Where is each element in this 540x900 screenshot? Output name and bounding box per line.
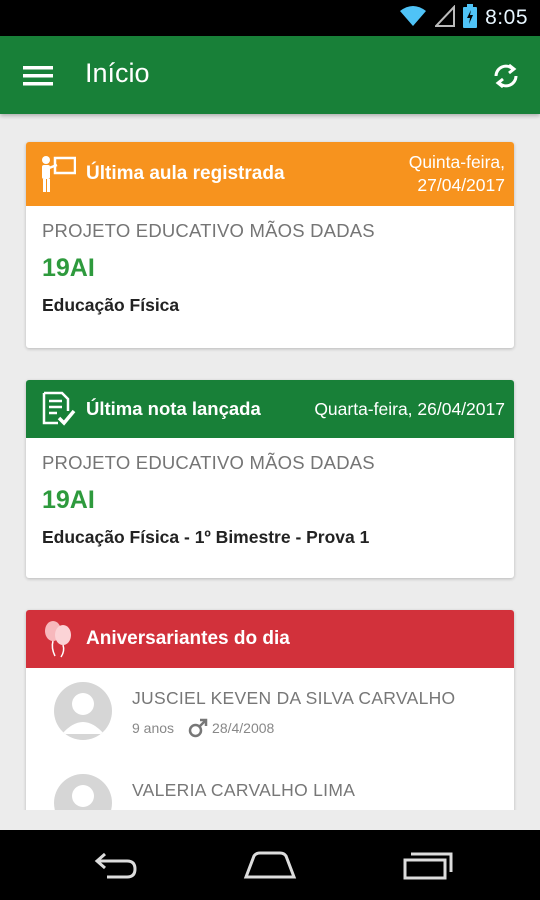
navigation-bar [0, 830, 540, 900]
status-bar: 8:05 [0, 0, 540, 36]
person-age: 9 anos [132, 720, 175, 736]
avatar [54, 774, 112, 810]
class-code: 19AI [42, 486, 95, 514]
back-icon [94, 852, 137, 879]
menu-button[interactable] [18, 56, 58, 96]
last-class-header: Última aula registrada Quinta-feira, 27/… [26, 142, 514, 206]
last-class-body: PROJETO EDUCATIVO MÃOS DADAS 19AI Educaç… [26, 206, 514, 316]
person-name: JUSCIEL KEVEN DA SILVA CARVALHO [132, 688, 456, 708]
teacher-board-icon [38, 154, 78, 194]
home-icon [243, 851, 297, 879]
recent-apps-button[interactable] [392, 842, 462, 888]
status-icons: 8:05 [399, 0, 528, 36]
last-class-date-weekday: Quinta-feira, [408, 152, 505, 172]
last-grade-date: Quarta-feira, 26/04/2017 [314, 398, 505, 419]
refresh-icon [494, 63, 518, 89]
school-name: PROJETO EDUCATIVO MÃOS DADAS [42, 452, 375, 473]
recent-apps-icon [403, 852, 453, 880]
male-icon [188, 718, 208, 738]
back-button[interactable] [78, 842, 148, 888]
hamburger-menu-icon [23, 66, 53, 86]
balloons-icon [38, 619, 78, 659]
subject-name: Educação Física [42, 295, 180, 315]
avatar [54, 682, 112, 740]
last-grade-title: Última nota lançada [86, 398, 261, 419]
class-code: 19AI [42, 254, 95, 282]
last-class-title: Última aula registrada [86, 163, 285, 184]
last-class-date: Quinta-feira, 27/04/2017 [409, 151, 505, 197]
page-title: Início [85, 58, 150, 88]
last-class-card[interactable]: Última aula registrada Quinta-feira, 27/… [26, 142, 514, 348]
home-button[interactable] [235, 842, 305, 888]
birthday-person[interactable]: VALERIA CARVALHO LIMA [26, 760, 514, 810]
birthday-person[interactable]: JUSCIEL KEVEN DA SILVA CARVALHO 9 anos 2… [26, 668, 514, 760]
last-class-date-day: 27/04/2017 [417, 175, 505, 195]
birthdays-title: Aniversariantes do dia [86, 628, 290, 649]
last-grade-card[interactable]: Última nota lançada Quarta-feira, 26/04/… [26, 380, 514, 578]
person-birthdate: 28/4/2008 [212, 720, 275, 736]
school-name: PROJETO EDUCATIVO MÃOS DADAS [42, 220, 375, 241]
birthdays-header: Aniversariantes do dia [26, 610, 514, 668]
clock: 8:05 [485, 6, 528, 29]
person-name: VALERIA CARVALHO LIMA [132, 780, 356, 800]
battery-charging-icon [463, 3, 478, 33]
last-grade-body: PROJETO EDUCATIVO MÃOS DADAS 19AI Educaç… [26, 438, 514, 548]
birthdays-card[interactable]: Aniversariantes do dia JUSCIEL KEVEN DA … [26, 610, 514, 810]
last-grade-header: Última nota lançada Quarta-feira, 26/04/… [26, 380, 514, 438]
person-meta: 9 anos 28/4/2008 [132, 718, 274, 738]
refresh-button[interactable] [486, 56, 526, 96]
grade-description: Educação Física - 1º Bimestre - Prova 1 [42, 527, 370, 547]
wifi-icon [399, 5, 427, 32]
graded-document-icon [38, 389, 78, 429]
content-area[interactable]: Última aula registrada Quinta-feira, 27/… [0, 114, 540, 810]
signal-icon [433, 3, 456, 32]
app-bar: Início [0, 36, 540, 114]
